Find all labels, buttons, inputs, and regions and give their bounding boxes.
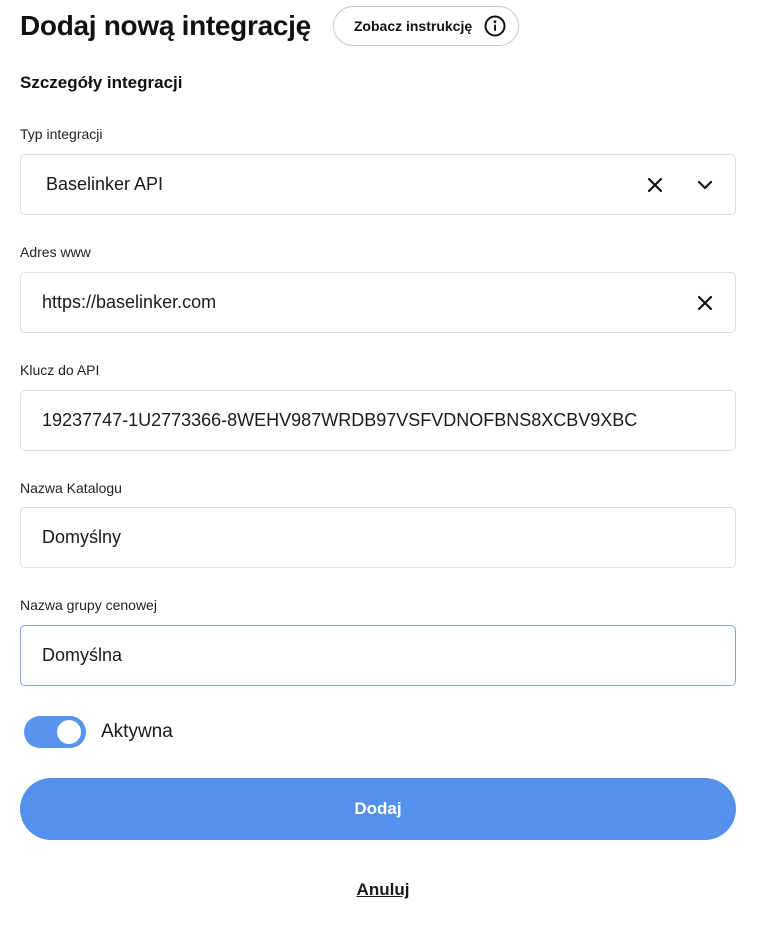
active-toggle-row: Aktywna: [24, 716, 173, 748]
catalog-name-input[interactable]: Domyślny: [20, 507, 736, 568]
api-key-input[interactable]: 19237747-1U2773366-8WEHV987WRDB97VSFVDNO…: [20, 390, 736, 451]
api-key-label: Klucz do API: [20, 362, 100, 378]
integration-type-value: Baselinker API: [46, 174, 164, 194]
website-label: Adres www: [20, 244, 91, 260]
page-title: Dodaj nową integrację: [20, 10, 311, 41]
clear-icon[interactable]: [693, 291, 717, 315]
view-instructions-label: Zobacz instrukcję: [353, 18, 473, 34]
api-key-value: 19237747-1U2773366-8WEHV987WRDB97VSFVDNO…: [42, 410, 638, 430]
section-title: Szczegóły integracji: [20, 73, 183, 92]
price-group-input[interactable]: Domyślna: [20, 625, 736, 686]
view-instructions-button[interactable]: Zobacz instrukcję: [332, 6, 520, 46]
active-toggle-label: Aktywna: [101, 721, 173, 742]
add-button[interactable]: Dodaj: [20, 778, 736, 840]
clear-icon[interactable]: [643, 173, 667, 197]
integration-type-label: Typ integracji: [20, 126, 103, 142]
website-value: https://baselinker.com: [42, 292, 217, 312]
integration-type-select[interactable]: Baselinker API: [20, 154, 736, 215]
chevron-down-icon[interactable]: [693, 173, 717, 197]
header: Dodaj nową integrację Zobacz instrukcję: [20, 6, 520, 46]
catalog-name-label: Nazwa Katalogu: [20, 480, 122, 496]
info-icon: [484, 15, 506, 37]
website-input[interactable]: https://baselinker.com: [20, 272, 736, 333]
cancel-link[interactable]: Anuluj: [0, 880, 766, 900]
price-group-value: Domyślna: [42, 645, 123, 665]
price-group-label: Nazwa grupy cenowej: [20, 597, 157, 613]
toggle-knob: [57, 720, 81, 744]
active-toggle[interactable]: [24, 716, 86, 748]
catalog-name-value: Domyślny: [42, 527, 122, 547]
